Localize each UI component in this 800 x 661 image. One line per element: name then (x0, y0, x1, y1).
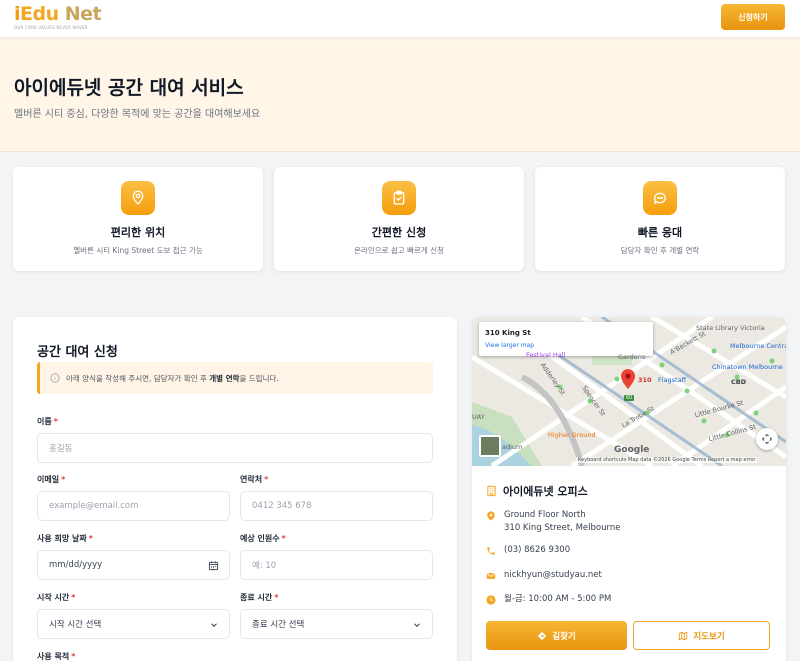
calendar-icon[interactable] (208, 560, 219, 571)
map-label-chinatown: Chinatown Melbourne (712, 363, 783, 371)
office-email[interactable]: nickhyun@studyau.net (486, 569, 602, 582)
form-title: 공간 대여 신청 (37, 345, 118, 360)
map-pin-icon[interactable] (621, 369, 635, 389)
page-title: 아이에듀넷 공간 대여 서비스 (14, 77, 244, 99)
map-label-uay: UAY (472, 413, 485, 421)
view-larger-map-link[interactable]: View larger map (485, 342, 534, 349)
people-label: 예상 인원수 * (240, 534, 286, 543)
logo-tagline: OUR CORE VALUES NEVER WAVER (14, 25, 88, 30)
location-pin-icon (487, 511, 495, 521)
map-label-festival-hall: Festival Hall (526, 351, 566, 359)
end-time-select[interactable]: 종료 시간 선택 (240, 609, 433, 639)
envelope-icon (486, 572, 496, 579)
office-phone[interactable]: (03) 8626 9300 (486, 544, 570, 557)
chevron-down-icon (211, 623, 217, 627)
start-time-label: 시작 시간 * (37, 593, 76, 602)
feature-card-location: 편리한 위치 멜버른 시티 King Street 도보 접근 가능 (13, 167, 263, 271)
building-icon (487, 485, 496, 497)
name-input[interactable]: 홍길동 (37, 433, 433, 463)
map-place-title: 310 King St (485, 329, 531, 337)
logo-net: Net (58, 3, 102, 25)
notice-emphasis: 개별 연락 (209, 373, 240, 383)
view-map-button[interactable]: 지도보기 (633, 621, 770, 650)
notice-text: 아래 양식을 작성해 주시면, 담당자가 확인 후 개별 연락을 드립니다. (66, 373, 279, 383)
hero-section: 아이에듀넷 공간 대여 서비스 멜버른 시티 중심, 다양한 목적에 맞는 공간… (0, 37, 800, 152)
map-label-flagstaff: Flagstaff (658, 376, 687, 384)
feature-desc: 온라인으로 쉽고 빠르게 신청 (354, 246, 444, 255)
email-label: 이메일 * (37, 475, 66, 484)
logo-edu: Edu (20, 3, 59, 25)
location-pin-icon (121, 181, 155, 215)
map-place-card: 310 King St View larger map (479, 322, 653, 356)
feature-title: 빠른 응대 (637, 226, 683, 239)
embedded-map[interactable]: 310 King St View larger map State Librar… (472, 317, 786, 466)
map-label-cbd: CBD (731, 378, 747, 386)
iedunet-logo[interactable]: iEdu Net OUR CORE VALUES NEVER WAVER (14, 3, 102, 30)
map-satellite-toggle[interactable] (479, 435, 501, 457)
map-label-gardens: Gardens (618, 353, 646, 361)
top-navbar: iEdu Net OUR CORE VALUES NEVER WAVER 신청하… (0, 0, 800, 37)
form-notice: 아래 양식을 작성해 주시면, 담당자가 확인 후 개별 연락을 드립니다. (37, 362, 433, 394)
office-info-card: 310 King St View larger map State Librar… (472, 317, 786, 661)
feature-title: 편리한 위치 (110, 226, 166, 239)
map-label-higher-ground: Higher Ground (548, 431, 596, 439)
google-logo: Google (614, 445, 650, 455)
email-input[interactable]: example@email.com (37, 491, 230, 521)
feature-card-apply: 간편한 신청 온라인으로 쉽고 빠르게 신청 (274, 167, 524, 271)
map-label-state-library: State Library Victoria (696, 324, 765, 332)
date-input[interactable]: mm/dd/yyyy (37, 550, 230, 580)
clipboard-check-icon (382, 181, 416, 215)
name-label: 이름 * (37, 417, 58, 426)
start-time-select[interactable]: 시작 시간 선택 (37, 609, 230, 639)
address-line-2: 310 King Street, Melbourne (504, 523, 621, 533)
map-label-melbourne-central: Melbourne Central (730, 342, 786, 350)
map-label-stadium: adium (502, 443, 523, 451)
feature-title: 간편한 신청 (371, 226, 427, 239)
end-time-label: 종료 시간 * (240, 593, 279, 602)
info-icon (50, 373, 60, 383)
office-address: Ground Floor North 310 King Street, Melb… (486, 509, 620, 535)
date-value: mm/dd/yyyy (49, 560, 103, 570)
feature-desc: 담당자 확인 후 개별 연락 (620, 246, 700, 255)
map-road-number: 60 (624, 395, 635, 401)
clock-icon (486, 595, 496, 605)
start-time-value: 시작 시간 선택 (49, 620, 102, 630)
rental-form-card: 공간 대여 신청 아래 양식을 작성해 주시면, 담당자가 확인 후 개별 연락… (13, 317, 457, 661)
end-time-value: 종료 시간 선택 (252, 620, 305, 630)
address-line-1: Ground Floor North (504, 510, 586, 520)
map-pin-label: 310 (638, 376, 652, 384)
phone-input[interactable]: 0412 345 678 (240, 491, 433, 521)
fullscreen-icon[interactable] (756, 428, 778, 450)
feature-card-response: 빠른 응대 담당자 확인 후 개별 연락 (535, 167, 785, 271)
map-footer[interactable]: Keyboard shortcuts Map data ©2026 Google… (576, 457, 758, 463)
directions-button[interactable]: 길찾기 (486, 621, 627, 650)
chevron-down-icon (414, 623, 420, 627)
purpose-label: 사용 목적 * (37, 652, 76, 661)
date-label: 사용 희망 날짜 * (37, 534, 93, 543)
apply-button[interactable]: 신청하기 (721, 4, 785, 30)
page-subtitle: 멜버른 시티 중심, 다양한 목적에 맞는 공간을 대여해보세요 (14, 109, 261, 120)
directions-icon (538, 631, 547, 640)
chat-bubble-icon (643, 181, 677, 215)
phone-label: 연락처 * (240, 475, 269, 484)
map-icon (679, 631, 688, 640)
people-input[interactable]: 예: 10 (240, 550, 433, 580)
office-title: 아이에듀넷 오피스 (486, 483, 588, 499)
feature-desc: 멜버른 시티 King Street 도보 접근 가능 (73, 246, 203, 255)
phone-icon (487, 547, 495, 555)
office-hours: 월-금: 10:00 AM - 5:00 PM (486, 593, 611, 606)
